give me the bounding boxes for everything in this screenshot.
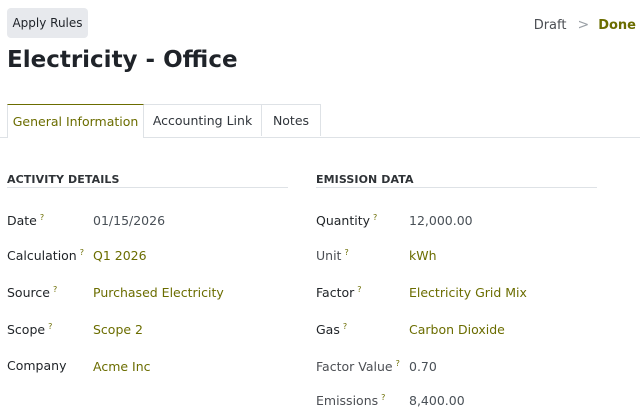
field-label-emissions: Emissions? xyxy=(316,393,385,408)
help-icon[interactable]: ? xyxy=(344,248,348,257)
field-label-calculation: Calculation? xyxy=(7,248,84,263)
unit-link[interactable]: kWh xyxy=(409,248,437,263)
apply-rules-button[interactable]: Apply Rules xyxy=(7,8,88,38)
record-title: Electricity - Office xyxy=(7,47,238,73)
help-icon[interactable]: ? xyxy=(53,285,57,294)
help-icon[interactable]: ? xyxy=(40,213,44,222)
help-icon[interactable]: ? xyxy=(381,393,385,402)
help-icon[interactable]: ? xyxy=(80,248,84,257)
emission-divider xyxy=(316,187,597,188)
status-bar: Draft > Done xyxy=(534,17,636,33)
field-label-date: Date? xyxy=(7,213,44,228)
tab-accounting-link[interactable]: Accounting Link xyxy=(143,104,262,136)
tab-general-information[interactable]: General Information xyxy=(7,104,144,138)
scope-label: Scope xyxy=(7,322,46,338)
field-label-unit: Unit? xyxy=(316,248,349,263)
field-label-quantity: Quantity? xyxy=(316,213,377,228)
factor-value: 0.70 xyxy=(409,359,437,374)
date-label: Date xyxy=(7,213,37,229)
field-label-source: Source? xyxy=(7,285,57,300)
field-label-factor: Factor? xyxy=(316,285,362,300)
factor-label: Factor xyxy=(316,285,355,301)
status-draft[interactable]: Draft xyxy=(534,18,567,33)
field-label-factor-value: Factor Value? xyxy=(316,359,400,374)
help-icon[interactable]: ? xyxy=(396,359,400,368)
emissions-value: 8,400.00 xyxy=(409,393,465,408)
activity-divider xyxy=(7,187,288,188)
status-done[interactable]: Done xyxy=(598,18,636,33)
help-icon[interactable]: ? xyxy=(357,285,361,294)
gas-label: Gas xyxy=(316,322,340,338)
company-label: Company xyxy=(7,358,67,373)
help-icon[interactable]: ? xyxy=(48,322,52,331)
field-label-scope: Scope? xyxy=(7,322,52,337)
help-icon[interactable]: ? xyxy=(343,322,347,331)
calculation-link[interactable]: Q1 2026 xyxy=(93,248,147,263)
date-value[interactable]: 01/15/2026 xyxy=(93,213,165,228)
factor-value-label: Factor Value xyxy=(316,359,393,375)
emissions-label: Emissions xyxy=(316,393,379,409)
scope-link[interactable]: Scope 2 xyxy=(93,322,143,337)
calculation-label: Calculation xyxy=(7,248,77,264)
chevron-right-icon: > xyxy=(577,17,590,33)
gas-link[interactable]: Carbon Dioxide xyxy=(409,322,505,337)
field-label-gas: Gas? xyxy=(316,322,347,337)
factor-link[interactable]: Electricity Grid Mix xyxy=(409,285,527,300)
activity-details-title: ACTIVITY DETAILS xyxy=(7,173,120,186)
notebook-tabs: General Information Accounting Link Note… xyxy=(0,104,640,138)
quantity-value[interactable]: 12,000.00 xyxy=(409,213,473,228)
tab-notes[interactable]: Notes xyxy=(261,104,321,136)
company-link[interactable]: Acme Inc xyxy=(93,359,151,374)
unit-label: Unit xyxy=(316,248,342,264)
help-icon[interactable]: ? xyxy=(373,213,377,222)
quantity-label: Quantity xyxy=(316,213,371,229)
emission-data-title: EMISSION DATA xyxy=(316,173,414,186)
source-link[interactable]: Purchased Electricity xyxy=(93,285,224,300)
source-label: Source xyxy=(7,285,50,301)
field-label-company: Company xyxy=(7,358,66,373)
